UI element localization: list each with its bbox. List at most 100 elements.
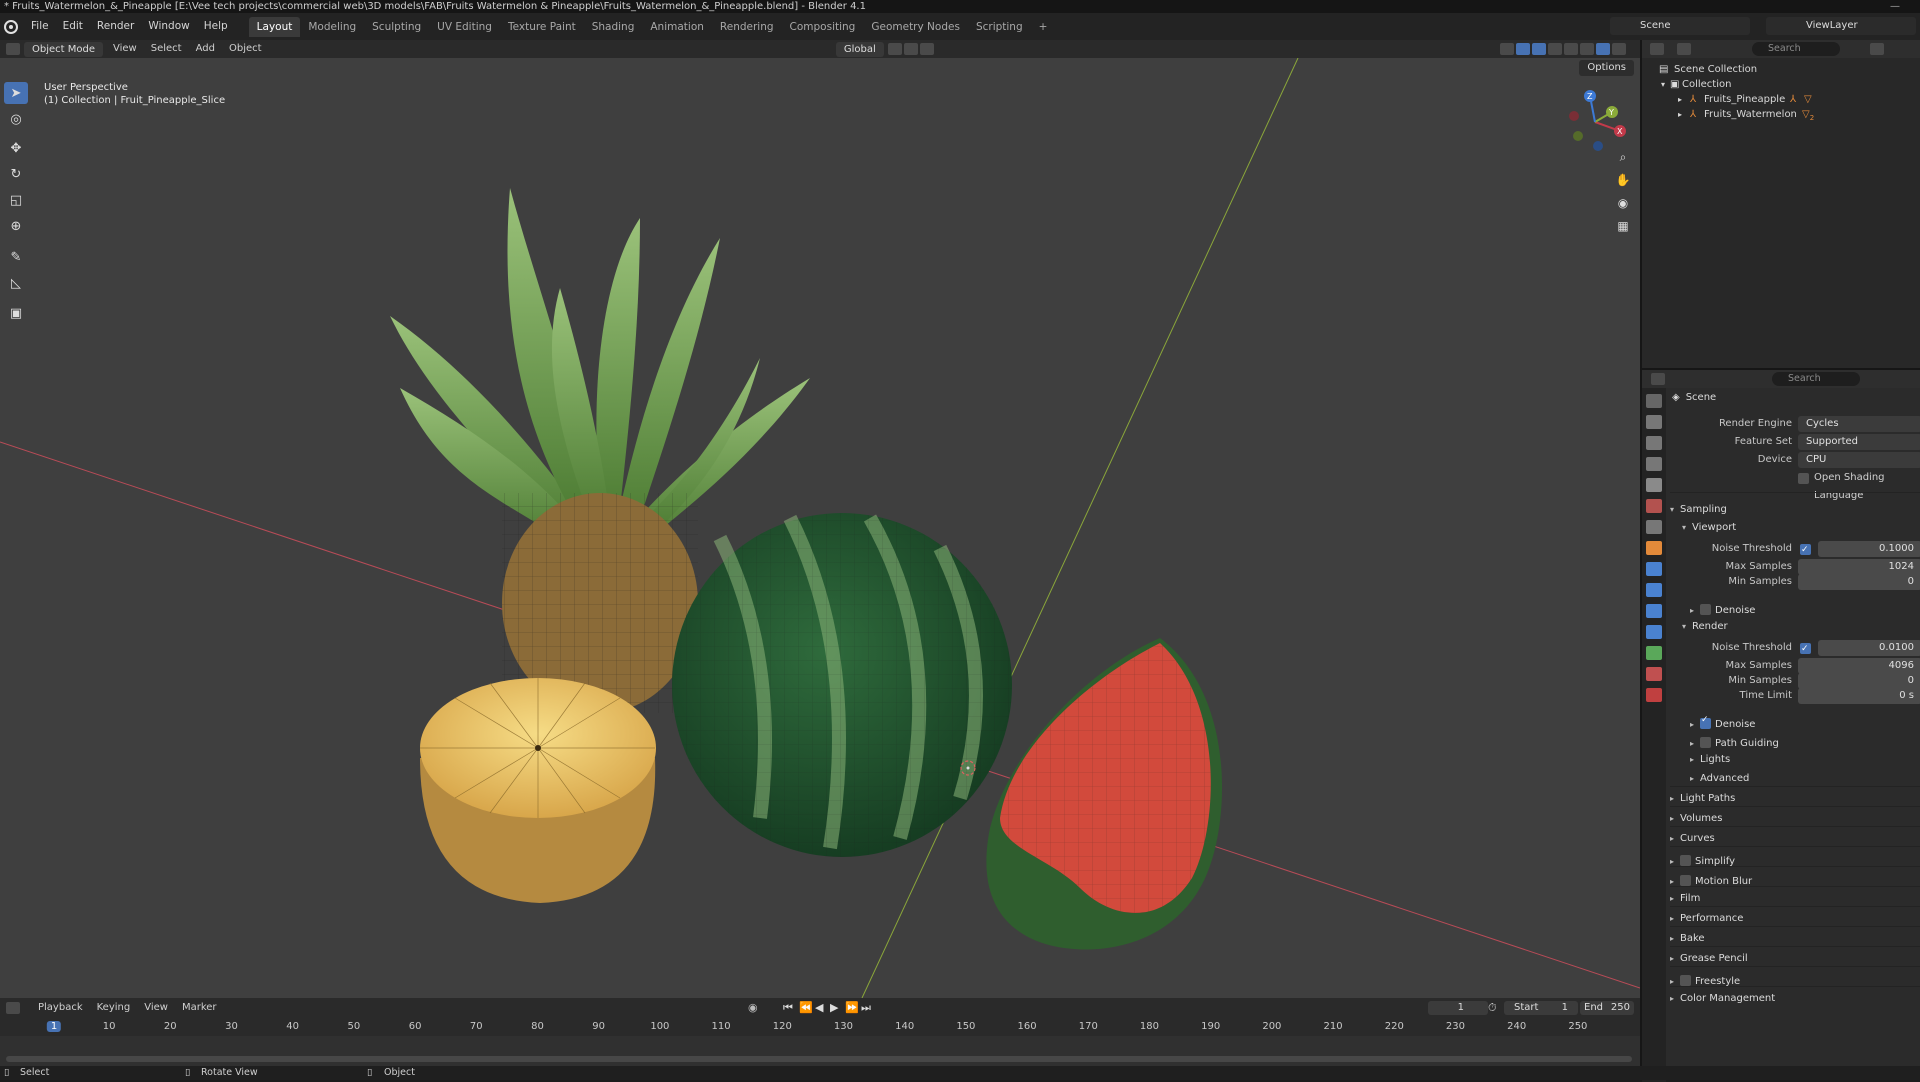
pivot-icon[interactable] <box>887 43 902 55</box>
pan-view-button[interactable]: ✋ <box>1612 169 1634 191</box>
collection-tab-icon[interactable] <box>1646 520 1662 534</box>
tab-compositing[interactable]: Compositing <box>782 17 864 37</box>
menu-marker[interactable]: Marker <box>175 999 224 1017</box>
simplify-panel[interactable]: ▸ Simplify <box>1670 853 1735 867</box>
bake-panel[interactable]: ▸ Bake <box>1670 933 1705 944</box>
wireframe-shading-icon[interactable] <box>1564 43 1579 55</box>
texture-tab-icon[interactable] <box>1646 688 1662 702</box>
menu-add[interactable]: Add <box>189 40 222 58</box>
r-noise-threshold-checkbox[interactable] <box>1800 640 1811 658</box>
mesh-data-icon[interactable]: ▽ <box>1804 92 1812 107</box>
transform-orientation-dropdown[interactable]: Global <box>835 41 884 57</box>
record-icon[interactable]: ◉ <box>748 1001 758 1014</box>
navigation-gizmo[interactable]: X Y Z <box>1560 84 1630 154</box>
mesh-data-tab-icon[interactable] <box>1646 646 1662 660</box>
tab-geometry-nodes[interactable]: Geometry Nodes <box>863 17 968 37</box>
view-layer-tab-icon[interactable] <box>1646 457 1662 471</box>
measure-tool[interactable]: ◺ <box>4 272 28 294</box>
gizmo-toggle-icon[interactable] <box>1516 43 1531 55</box>
vp-denoise-subpanel[interactable]: ▸ Denoise <box>1690 602 1755 616</box>
menu-render[interactable]: Render <box>90 13 141 40</box>
menu-help[interactable]: Help <box>197 13 235 40</box>
add-workspace-button[interactable]: + <box>1031 17 1056 37</box>
device-dropdown[interactable]: CPU <box>1798 452 1920 468</box>
current-frame-field[interactable]: 1 <box>1428 1001 1488 1015</box>
osl-checkbox[interactable] <box>1798 473 1809 484</box>
start-frame-field[interactable]: Start 1 <box>1504 1001 1578 1015</box>
rendered-shading-icon[interactable] <box>1612 43 1627 55</box>
tool-tab-icon[interactable] <box>1646 394 1662 408</box>
r-denoise-subpanel[interactable]: ▸Denoise <box>1690 715 1755 730</box>
menu-keying[interactable]: Keying <box>90 999 138 1017</box>
motion-blur-panel[interactable]: ▸ Motion Blur <box>1670 873 1752 887</box>
xray-icon[interactable] <box>1548 43 1563 55</box>
constraints-tab-icon[interactable] <box>1646 625 1662 639</box>
end-frame-field[interactable]: End 250 <box>1580 1001 1634 1015</box>
properties-editor-icon[interactable] <box>1651 373 1665 385</box>
jump-end-icon[interactable]: ⏭ <box>861 1001 871 1015</box>
vp-min-samples-field[interactable]: 0 <box>1798 574 1920 590</box>
timeline-editor-icon[interactable] <box>6 1002 20 1014</box>
scene-selector[interactable]: Scene <box>1610 17 1750 35</box>
modifier-icon[interactable]: ⅄ <box>1790 92 1796 107</box>
vp-noise-threshold-field[interactable]: 0.1000 <box>1818 541 1920 557</box>
cursor-tool[interactable]: ◎ <box>4 108 28 130</box>
menu-view[interactable]: View <box>106 40 144 58</box>
options-button[interactable]: Options <box>1579 60 1634 76</box>
tab-animation[interactable]: Animation <box>642 17 712 37</box>
menu-window[interactable]: Window <box>141 13 196 40</box>
viewport-subpanel-header[interactable]: ▾ Viewport <box>1682 522 1736 533</box>
tab-sculpting[interactable]: Sculpting <box>364 17 429 37</box>
tree-collection[interactable]: ▾ ▣ Collection <box>1642 77 1920 92</box>
material-tab-icon[interactable] <box>1646 667 1662 681</box>
modifier-tab-icon[interactable] <box>1646 562 1662 576</box>
rotate-tool[interactable]: ↻ <box>4 163 28 185</box>
tree-scene-collection[interactable]: ▤ Scene Collection <box>1642 62 1920 77</box>
next-keyframe-icon[interactable]: ⏩ <box>845 1001 859 1014</box>
tab-texture-paint[interactable]: Texture Paint <box>500 17 584 37</box>
minimize-button[interactable]: — <box>1890 0 1900 13</box>
particles-tab-icon[interactable] <box>1646 583 1662 597</box>
menu-playback[interactable]: Playback <box>31 999 90 1017</box>
tab-shading[interactable]: Shading <box>584 17 643 37</box>
outliner-editor-icon[interactable] <box>1650 43 1664 55</box>
menu-file[interactable]: File <box>24 13 56 40</box>
menu-edit[interactable]: Edit <box>56 13 90 40</box>
camera-view-button[interactable]: ◉ <box>1612 192 1634 214</box>
tab-uv-editing[interactable]: UV Editing <box>429 17 500 37</box>
display-mode-icon[interactable] <box>1677 43 1691 55</box>
freestyle-panel[interactable]: ▸ Freestyle <box>1670 973 1740 987</box>
lights-subpanel[interactable]: ▸ Lights <box>1690 754 1730 765</box>
render-subpanel-header[interactable]: ▾ Render <box>1682 621 1728 632</box>
jump-start-icon[interactable]: ⏮ <box>783 1001 793 1015</box>
snap-icon[interactable] <box>903 43 918 55</box>
freestyle-checkbox[interactable] <box>1680 975 1691 986</box>
menu-object[interactable]: Object <box>222 40 269 58</box>
render-engine-dropdown[interactable]: Cycles <box>1798 416 1920 432</box>
tab-rendering[interactable]: Rendering <box>712 17 782 37</box>
tree-object-pineapple[interactable]: ▸ ⅄ Fruits_Pineapple ⅄ ▽ <box>1642 92 1920 107</box>
output-tab-icon[interactable] <box>1646 436 1662 450</box>
motion-blur-checkbox[interactable] <box>1680 875 1691 886</box>
overlay-toggle-icon[interactable] <box>1532 43 1547 55</box>
tab-scripting[interactable]: Scripting <box>968 17 1031 37</box>
outliner-search-input[interactable]: Search <box>1752 42 1840 56</box>
physics-tab-icon[interactable] <box>1646 604 1662 618</box>
solid-shading-icon[interactable] <box>1580 43 1595 55</box>
render-tab-icon[interactable] <box>1646 415 1662 429</box>
object-mode-dropdown[interactable]: Object Mode <box>24 41 103 57</box>
filter-icon[interactable] <box>1870 43 1884 55</box>
prev-keyframe-icon[interactable]: ⏪ <box>799 1001 813 1014</box>
world-tab-icon[interactable] <box>1646 499 1662 513</box>
select-box-tool[interactable]: ➤ <box>4 82 28 104</box>
3d-viewport[interactable]: User Perspective (1) Collection | Fruit_… <box>0 58 1640 998</box>
menu-select[interactable]: Select <box>144 40 189 58</box>
object-tab-icon[interactable] <box>1646 541 1662 555</box>
r-time-limit-field[interactable]: 0 s <box>1798 688 1920 704</box>
volumes-panel[interactable]: ▸ Volumes <box>1670 813 1722 824</box>
properties-search-input[interactable]: Search <box>1772 372 1860 386</box>
curves-panel[interactable]: ▸ Curves <box>1670 833 1715 844</box>
editor-type-icon[interactable] <box>6 43 20 55</box>
film-panel[interactable]: ▸ Film <box>1670 893 1700 904</box>
tab-modeling[interactable]: Modeling <box>300 17 364 37</box>
